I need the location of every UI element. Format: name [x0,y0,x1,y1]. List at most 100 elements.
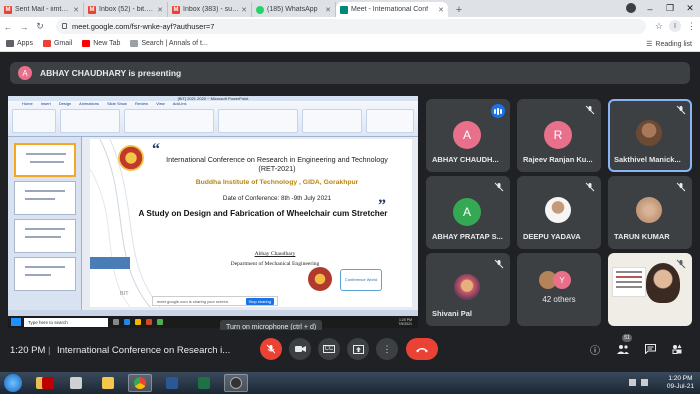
taskbar-word[interactable] [160,374,184,392]
tab-title: Inbox (52) - bit.gkp@confere [99,6,155,13]
chrome-icon [134,377,146,389]
taskbar-explorer[interactable] [96,374,120,392]
maximize-icon[interactable]: ❐ [660,3,680,14]
camera-toggle-button[interactable] [289,338,311,360]
mic-toggle-button[interactable] [260,338,282,360]
bookmark-apps[interactable]: Apps [6,40,33,47]
meeting-info-icon[interactable]: ⓘ [588,342,602,357]
bookmark-label: Search | Annals of t... [141,40,208,47]
windows-start-icon [11,318,21,326]
close-tab-icon[interactable]: ✕ [325,6,331,14]
bookmark-annals[interactable]: Search | Annals of t... [130,40,208,47]
new-tab-button[interactable]: + [452,2,466,17]
others-tile[interactable]: Y 42 others [517,253,601,326]
people-icon[interactable] [616,342,630,356]
participant-video-tile[interactable] [608,253,692,326]
close-tab-icon[interactable]: ✕ [157,6,163,14]
participant-tile[interactable]: DEEPU YADAVA [517,176,601,249]
bookmark-new-tab[interactable]: New Tab [82,40,120,47]
url-field[interactable]: meet.google.com/fsr-wnke-ayf?authuser=7 [56,19,646,34]
shared-screen: [BIT] 2021 2020 ~ Microsoft PowerPoint H… [8,96,418,328]
taskview-icon [113,319,119,325]
mic-off-icon [585,105,595,115]
bookmark-label: New Tab [93,40,121,47]
ribbon-group [60,109,120,133]
start-orb-icon[interactable] [4,374,22,392]
participant-tile[interactable]: Shivani Pal [426,253,510,326]
ribbon-tab: Slide Show [106,101,127,106]
profile-dot-icon[interactable] [626,3,636,13]
background-poster [612,267,646,297]
participant-tile[interactable]: A ABHAY PRATAP S... [426,176,510,249]
end-call-button[interactable] [406,338,438,360]
tab-whatsapp[interactable]: (185) WhatsApp ✕ [252,2,336,17]
taskbar-camera[interactable] [224,374,248,392]
activities-icon[interactable] [670,342,684,356]
present-button[interactable] [347,338,369,360]
address-bar-actions: ☆ I ⋮ [655,20,696,32]
others-count: 42 others [542,295,576,304]
participant-tile[interactable]: A ABHAY CHAUDH... [426,99,510,172]
remote-clock-date: 7/9/2021 [398,322,412,326]
department-name: Department of Mechanical Engineering [230,261,320,267]
participant-avatar: A [453,121,481,149]
page-icon [130,40,139,47]
captions-button[interactable]: CC [318,338,340,360]
tab-inbox-bit[interactable]: M Inbox (52) - bit.gkp@confere ✕ [84,2,168,17]
slide-thumbnail[interactable] [14,181,76,215]
slide-thumbnail[interactable] [14,219,76,253]
taskbar-chrome[interactable] [128,374,152,392]
reload-icon[interactable]: ↻ [32,21,48,32]
profile-avatar[interactable]: I [669,20,681,32]
participant-tile[interactable]: Sakthivel Manick... [608,99,692,172]
ribbon-tab: View [156,101,165,106]
presenting-banner: A ABHAY CHAUDHARY is presenting [10,62,690,84]
whatsapp-icon [256,5,264,14]
taskbar-filezilla[interactable] [36,374,60,392]
menu-kebab-icon[interactable]: ⋮ [687,21,696,32]
chat-icon[interactable] [643,342,657,356]
participant-name: DEEPU YADAVA [523,232,581,241]
more-options-button[interactable]: ⋮ [376,338,398,360]
participant-avatar: Y [553,271,571,289]
close-tab-icon[interactable]: ✕ [241,6,247,14]
star-icon[interactable]: ☆ [655,21,663,32]
back-icon[interactable]: ← [0,22,16,32]
mic-off-icon [494,259,504,269]
youtube-icon [82,40,91,47]
participant-name: ABHAY PRATAP S... [432,232,503,241]
tab-inbox-submission[interactable]: M Inbox (383) - submission@co ✕ [168,2,252,17]
author-name: Abhay Chaudhary [254,251,296,257]
stop-sharing-button[interactable]: Stop sharing [245,297,274,305]
participant-tile[interactable]: TARUN KUMAR [608,176,692,249]
slide-thumbnail[interactable] [14,143,76,177]
participant-tile[interactable]: R Rajeev Ranjan Ku... [517,99,601,172]
ribbon-tab: Animations [79,101,99,106]
taskbar-excel[interactable] [192,374,216,392]
reading-list-button[interactable]: ☰ Reading list [646,40,692,49]
excel-icon [198,377,210,389]
close-tab-icon[interactable]: ✕ [438,6,444,14]
tab-sent-mail[interactable]: M Sent Mail - iimt@conference ✕ [0,2,84,17]
mic-off-icon [676,105,686,115]
address-bar-row: ← → ↻ meet.google.com/fsr-wnke-ayf?authu… [0,17,700,36]
volume-icon[interactable] [641,379,648,386]
browser-tab-strip: M Sent Mail - iimt@conference ✕ M Inbox … [0,0,700,17]
gmail-icon: M [88,5,96,14]
minimize-icon[interactable]: – [640,4,660,14]
slide-thumbnail[interactable] [14,257,76,291]
close-window-icon[interactable]: ✕ [680,3,700,14]
reading-list-label: Reading list [655,40,692,48]
tab-meet[interactable]: Meet - International Conf ✕ [336,2,448,17]
ribbon-group [366,109,414,133]
bookmark-gmail[interactable]: Gmail [42,40,72,47]
network-icon[interactable] [629,379,636,386]
ribbon-group [124,109,214,133]
system-clock[interactable]: 1:20 PM 09-Jul-21 [667,375,694,391]
forward-icon[interactable]: → [16,22,32,32]
quote-open: “ [152,141,160,158]
close-tab-icon[interactable]: ✕ [73,6,79,14]
taskbar-tool[interactable] [64,374,88,392]
slide-arrow-shape [90,257,130,269]
tab-title: Meet - International Conf [351,6,429,13]
